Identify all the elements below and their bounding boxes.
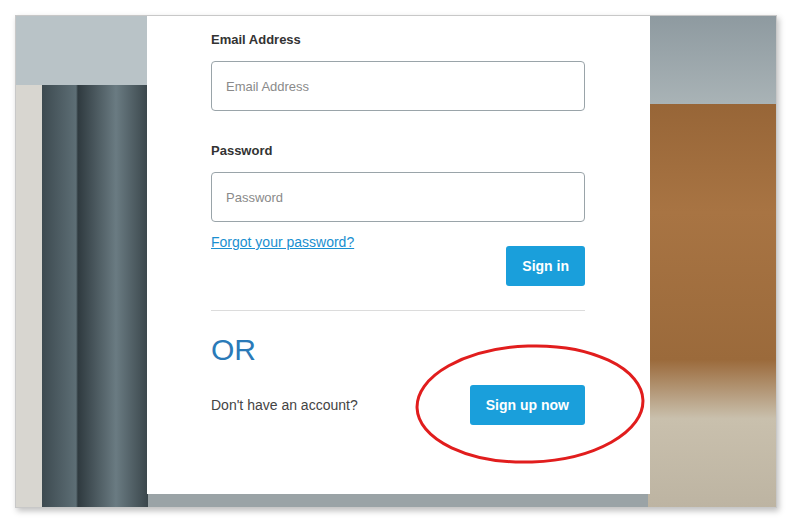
email-input[interactable] <box>211 61 585 111</box>
sign-up-button[interactable]: Sign up now <box>470 385 585 425</box>
field-label: Password <box>211 143 585 159</box>
sign-in-button[interactable]: Sign in <box>506 246 585 286</box>
sign-up-row: Don't have an account? Sign up now <box>211 385 585 425</box>
divider <box>211 310 585 311</box>
sign-in-row: Forgot your password? Sign in <box>211 233 585 286</box>
sign-in-card: Email Address Password Forgot your passwor… <box>147 16 650 494</box>
sign-up-wrap: Sign up now <box>470 385 585 425</box>
screenshot-frame: Email Address Password Forgot your passwor… <box>15 15 777 508</box>
password-input[interactable] <box>211 172 585 222</box>
forgot-password-link[interactable]: Forgot your password? <box>211 233 354 251</box>
red-circle-annotation-icon <box>414 343 648 467</box>
field-label: Email Address <box>211 32 585 48</box>
sign-up-prompt: Don't have an account? <box>211 397 358 413</box>
or-text: OR <box>211 333 585 367</box>
page: Email Address Password Forgot your passwor… <box>0 0 794 524</box>
background-photo: Email Address Password Forgot your passwor… <box>16 16 776 507</box>
